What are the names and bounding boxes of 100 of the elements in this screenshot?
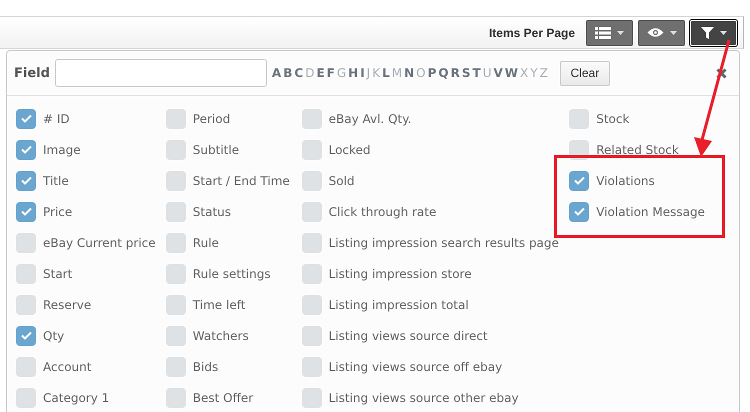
letter-filter-link[interactable]: S bbox=[462, 66, 471, 80]
field-option-label: Click through rate bbox=[328, 204, 436, 218]
letter-filter-link[interactable]: H bbox=[348, 66, 358, 80]
checkbox[interactable] bbox=[166, 140, 186, 160]
checkbox[interactable] bbox=[16, 388, 36, 408]
letter-filter-link[interactable]: L bbox=[382, 66, 390, 80]
letter-filter-link[interactable]: P bbox=[428, 66, 436, 80]
checkbox[interactable] bbox=[302, 326, 322, 346]
eye-icon bbox=[646, 27, 664, 38]
checkbox[interactable] bbox=[166, 326, 186, 346]
list-icon bbox=[595, 26, 611, 38]
field-option-label: eBay Avl. Qty. bbox=[328, 112, 412, 126]
letter-filter-link[interactable]: T bbox=[472, 66, 481, 80]
letter-filter-link[interactable]: C bbox=[294, 66, 304, 80]
caret-icon bbox=[720, 30, 726, 34]
field-option-label: Bids bbox=[192, 360, 218, 374]
field-option-label: Reserve bbox=[43, 298, 92, 312]
checkbox[interactable] bbox=[166, 170, 186, 190]
field-option-label: Listing impression search results page bbox=[328, 236, 559, 250]
letter-filter-link[interactable]: W bbox=[504, 66, 518, 80]
letter-filter-link[interactable]: Q bbox=[438, 66, 449, 80]
checkbox[interactable] bbox=[302, 356, 322, 376]
view-list-button[interactable] bbox=[586, 20, 633, 46]
caret-icon bbox=[617, 30, 624, 34]
check-icon bbox=[20, 207, 32, 216]
field-search-input[interactable] bbox=[54, 59, 267, 87]
checkbox[interactable] bbox=[302, 388, 322, 408]
checkbox[interactable] bbox=[166, 264, 186, 284]
field-option-label: Price bbox=[43, 204, 72, 218]
checkbox[interactable] bbox=[166, 294, 186, 314]
field-option-label: Stock bbox=[596, 112, 630, 126]
checkbox[interactable] bbox=[16, 232, 36, 252]
checkbox[interactable] bbox=[569, 202, 590, 222]
checkbox[interactable] bbox=[16, 170, 36, 190]
check-icon bbox=[20, 145, 32, 154]
checkbox[interactable] bbox=[16, 108, 36, 128]
letter-filter-link[interactable]: N bbox=[404, 66, 414, 80]
field-option-label: Period bbox=[192, 112, 230, 126]
letter-filter-link[interactable]: E bbox=[316, 66, 325, 80]
letter-filter-link[interactable]: F bbox=[326, 66, 335, 80]
field-option-label: Account bbox=[43, 360, 92, 374]
field-option-label: Related Stock bbox=[596, 142, 679, 156]
checkbox[interactable] bbox=[302, 264, 322, 284]
field-option-label: Rule bbox=[192, 236, 219, 250]
field-label: Field bbox=[14, 66, 50, 80]
checkbox[interactable] bbox=[166, 232, 186, 252]
field-option-label: Status bbox=[192, 204, 232, 218]
checkbox[interactable] bbox=[302, 108, 322, 128]
field-option-label: Qty bbox=[43, 328, 64, 342]
field-option-label: Listing views source direct bbox=[328, 328, 488, 342]
letter-filter-link[interactable]: I bbox=[360, 66, 365, 80]
letter-filter-link[interactable]: A bbox=[272, 66, 282, 80]
field-option-label: Violation Message bbox=[596, 204, 705, 218]
letter-filter-link[interactable]: V bbox=[494, 66, 503, 80]
checkbox[interactable] bbox=[16, 202, 36, 222]
checkbox[interactable] bbox=[569, 108, 590, 128]
letter-filter-link[interactable]: B bbox=[283, 66, 292, 80]
checkbox[interactable] bbox=[16, 140, 36, 160]
checkbox[interactable] bbox=[302, 232, 322, 252]
field-option-label: Category 1 bbox=[43, 390, 110, 404]
field-option-label: Listing impression store bbox=[328, 266, 472, 280]
checkbox[interactable] bbox=[302, 294, 322, 314]
checkbox[interactable] bbox=[166, 388, 186, 408]
checkbox[interactable] bbox=[16, 356, 36, 376]
check-icon bbox=[20, 176, 32, 185]
field-option-label: Best Offer bbox=[192, 390, 254, 404]
field-option-label: Listing views source other ebay bbox=[328, 390, 519, 404]
letter-filter-link[interactable]: R bbox=[450, 66, 460, 80]
visibility-button[interactable] bbox=[638, 20, 685, 46]
field-option-label: Start bbox=[43, 266, 72, 280]
checkbox[interactable] bbox=[166, 356, 186, 376]
field-option-label: Rule settings bbox=[192, 266, 271, 280]
clear-button[interactable]: Clear bbox=[560, 60, 610, 86]
checkbox[interactable] bbox=[16, 264, 36, 284]
field-option-label: Subtitle bbox=[192, 142, 240, 156]
checkbox[interactable] bbox=[302, 140, 322, 160]
filter-button[interactable] bbox=[690, 20, 737, 46]
field-option-label: Violations bbox=[596, 174, 655, 188]
field-option-label: Listing views source off ebay bbox=[328, 360, 502, 374]
checkbox[interactable] bbox=[16, 294, 36, 314]
filter-icon bbox=[700, 26, 714, 38]
field-option-label: Listing impression total bbox=[328, 298, 469, 312]
items-per-page-label: Items Per Page bbox=[488, 26, 575, 40]
checkbox[interactable] bbox=[166, 108, 186, 128]
checkbox[interactable] bbox=[166, 202, 186, 222]
field-option-label: Locked bbox=[328, 142, 371, 156]
checkbox[interactable] bbox=[569, 170, 590, 190]
checkbox[interactable] bbox=[302, 170, 322, 190]
close-icon[interactable] bbox=[716, 68, 727, 78]
caret-icon bbox=[670, 30, 676, 34]
field-option-label: # ID bbox=[43, 112, 70, 126]
field-option-label: eBay Current price bbox=[43, 236, 156, 250]
field-option-label: Title bbox=[43, 174, 69, 188]
check-icon bbox=[574, 176, 585, 185]
checkbox[interactable] bbox=[302, 202, 322, 222]
field-option-label: Image bbox=[43, 142, 81, 156]
check-icon bbox=[20, 114, 32, 123]
field-option-label: Time left bbox=[192, 298, 246, 312]
check-icon bbox=[20, 331, 32, 340]
checkbox[interactable] bbox=[16, 326, 36, 346]
